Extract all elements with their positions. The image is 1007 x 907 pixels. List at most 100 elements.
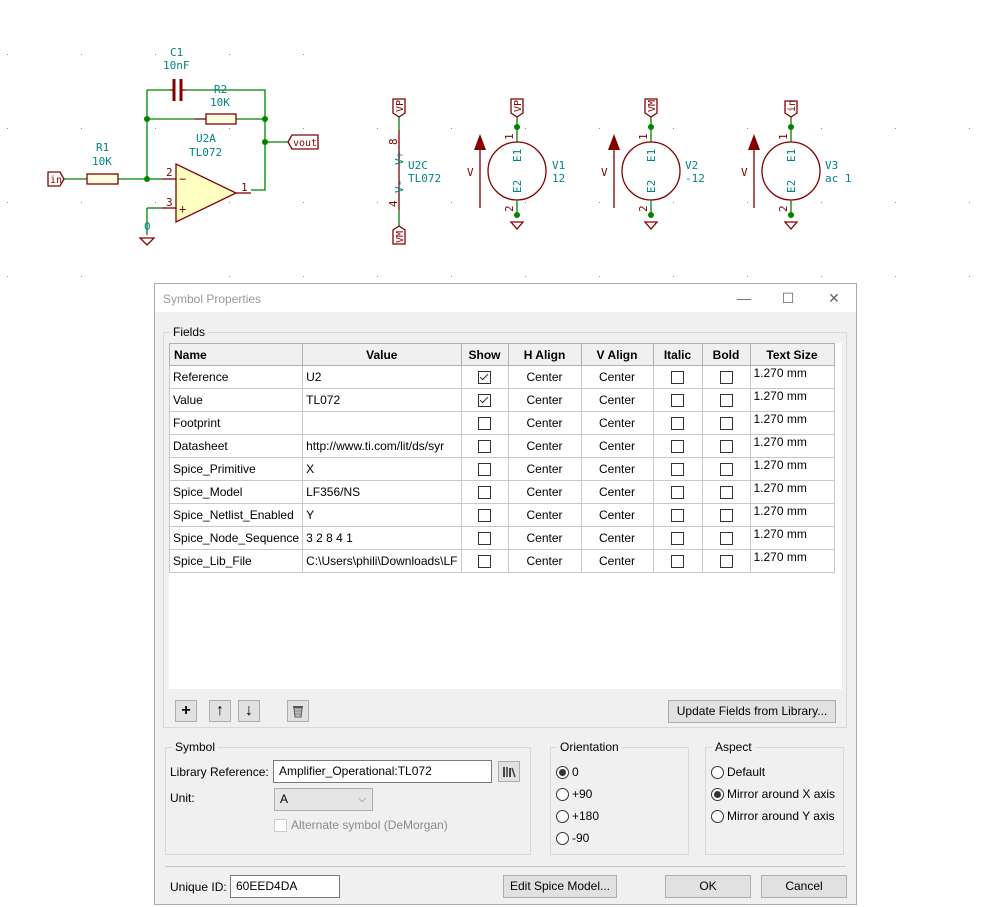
browse-library-button[interactable] <box>498 761 520 782</box>
halign-cell[interactable]: Center <box>507 365 582 389</box>
field-name-cell[interactable]: Spice_Netlist_Enabled <box>168 503 304 527</box>
table-row[interactable]: Datasheet http://www.ti.com/lit/ds/syr Cen… <box>168 434 835 458</box>
voltage-source-v3[interactable]: in V E1 E2 1 2 V3 ac 1 <box>741 100 852 230</box>
checkbox[interactable] <box>719 555 733 569</box>
checkbox[interactable] <box>719 486 733 500</box>
col-bold[interactable]: Bold <box>701 343 751 366</box>
checkbox[interactable] <box>671 555 684 569</box>
unique-id-field[interactable]: 60EED4DA <box>230 875 340 898</box>
italic-checkbox[interactable] <box>652 365 703 389</box>
checkbox[interactable] <box>671 463 684 477</box>
text-size-cell[interactable]: 1.270 mm <box>749 549 835 573</box>
halign-cell[interactable]: Center <box>507 457 582 481</box>
bold-checkbox[interactable] <box>701 526 751 550</box>
resistor-r2[interactable]: R2 10K <box>195 83 237 125</box>
show-checkbox[interactable] <box>460 434 509 458</box>
radio-button[interactable] <box>556 765 569 779</box>
checkbox[interactable] <box>671 440 684 454</box>
col-halign[interactable]: H Align <box>507 343 582 366</box>
col-name[interactable]: Name <box>168 343 304 366</box>
bold-checkbox[interactable] <box>701 388 751 412</box>
checkbox[interactable] <box>719 417 733 431</box>
alternate-symbol-checkbox[interactable]: Alternate symbol (DeMorgan) <box>274 818 448 832</box>
checkbox[interactable] <box>478 532 491 546</box>
table-row[interactable]: Reference U2 Center Center 1.270 mm <box>168 365 835 389</box>
aspect-option[interactable]: Default <box>711 765 765 779</box>
checkbox[interactable] <box>719 463 733 477</box>
halign-cell[interactable]: Center <box>507 434 582 458</box>
text-size-cell[interactable]: 1.270 mm <box>749 480 835 504</box>
cancel-button[interactable]: Cancel <box>761 875 847 898</box>
field-value-cell[interactable]: C:\Users\phili\Downloads\LF <box>302 549 462 573</box>
valign-cell[interactable]: Center <box>580 457 654 481</box>
col-show[interactable]: Show <box>460 343 509 366</box>
capacitor-c1[interactable]: C1 10nF <box>163 46 190 101</box>
field-name-cell[interactable]: Value <box>168 388 304 412</box>
title-bar[interactable]: Symbol Properties — ☐ ✕ <box>155 284 856 312</box>
checkbox[interactable] <box>478 394 491 408</box>
italic-checkbox[interactable] <box>652 526 703 550</box>
field-value-cell[interactable]: U2 <box>302 365 462 389</box>
ok-button[interactable]: OK <box>665 875 751 898</box>
radio-button[interactable] <box>711 809 724 823</box>
text-size-cell[interactable]: 1.270 mm <box>749 388 835 412</box>
text-size-cell[interactable]: 1.270 mm <box>749 526 835 550</box>
valign-cell[interactable]: Center <box>580 434 654 458</box>
col-text-size[interactable]: Text Size <box>749 343 835 366</box>
valign-cell[interactable]: Center <box>580 480 654 504</box>
table-row[interactable]: Spice_Netlist_Enabled Y Center Center 1.270 … <box>168 503 835 527</box>
field-name-cell[interactable]: Reference <box>168 365 304 389</box>
halign-cell[interactable]: Center <box>507 549 582 573</box>
orientation-option[interactable]: -90 <box>556 831 589 845</box>
col-value[interactable]: Value <box>302 343 462 366</box>
checkbox[interactable] <box>478 463 491 477</box>
unit-select[interactable]: A ⌵ <box>274 788 373 811</box>
text-size-cell[interactable]: 1.270 mm <box>749 365 835 389</box>
schematic-canvas[interactable]: C1 10nF R2 10K R1 10K − + 2 3 1 U2A TL07… <box>0 0 1007 290</box>
edit-spice-model-button[interactable]: Edit Spice Model... <box>503 875 617 898</box>
halign-cell[interactable]: Center <box>507 503 582 527</box>
checkbox[interactable] <box>671 486 684 500</box>
show-checkbox[interactable] <box>460 457 509 481</box>
text-size-cell[interactable]: 1.270 mm <box>749 503 835 527</box>
bold-checkbox[interactable] <box>701 549 751 573</box>
show-checkbox[interactable] <box>460 480 509 504</box>
italic-checkbox[interactable] <box>652 503 703 527</box>
orientation-option[interactable]: +90 <box>556 787 592 801</box>
checkbox[interactable] <box>671 532 684 546</box>
checkbox[interactable] <box>478 371 491 385</box>
checkbox[interactable] <box>478 509 491 523</box>
field-name-cell[interactable]: Spice_Primitive <box>168 457 304 481</box>
opamp-u2a[interactable]: − + 2 3 1 U2A TL072 <box>162 132 251 224</box>
field-value-cell[interactable]: LF356/NS <box>302 480 462 504</box>
field-value-cell[interactable]: TL072 <box>302 388 462 412</box>
aspect-option[interactable]: Mirror around Y axis <box>711 809 835 823</box>
delete-field-button[interactable] <box>287 700 309 722</box>
opamp-u2c-power[interactable]: VP 8 V+ V- 4 VM U2C TL072 <box>387 98 441 245</box>
valign-cell[interactable]: Center <box>580 411 654 435</box>
field-name-cell[interactable]: Footprint <box>168 411 304 435</box>
table-row[interactable]: Footprint Center Center 1.270 mm <box>168 411 835 435</box>
col-valign[interactable]: V Align <box>580 343 654 366</box>
valign-cell[interactable]: Center <box>580 526 654 550</box>
checkbox[interactable] <box>478 440 491 454</box>
move-up-button[interactable]: ↑ <box>209 700 231 722</box>
bold-checkbox[interactable] <box>701 411 751 435</box>
table-row[interactable]: Spice_Lib_File C:\Users\phili\Downloads\L… <box>168 549 835 573</box>
valign-cell[interactable]: Center <box>580 503 654 527</box>
italic-checkbox[interactable] <box>652 457 703 481</box>
italic-checkbox[interactable] <box>652 411 703 435</box>
show-checkbox[interactable] <box>460 388 509 412</box>
bold-checkbox[interactable] <box>701 434 751 458</box>
checkbox[interactable] <box>719 440 733 454</box>
orientation-option[interactable]: +180 <box>556 809 599 823</box>
voltage-source-v1[interactable]: VP V E1 E2 1 2 V1 12 <box>467 98 565 230</box>
checkbox[interactable] <box>478 486 491 500</box>
resistor-r1[interactable]: R1 10K <box>86 141 119 185</box>
show-checkbox[interactable] <box>460 526 509 550</box>
italic-checkbox[interactable] <box>652 434 703 458</box>
checkbox[interactable] <box>719 532 733 546</box>
text-size-cell[interactable]: 1.270 mm <box>749 457 835 481</box>
text-size-cell[interactable]: 1.270 mm <box>749 434 835 458</box>
library-reference-input[interactable]: Amplifier_Operational:TL072 <box>273 760 492 783</box>
